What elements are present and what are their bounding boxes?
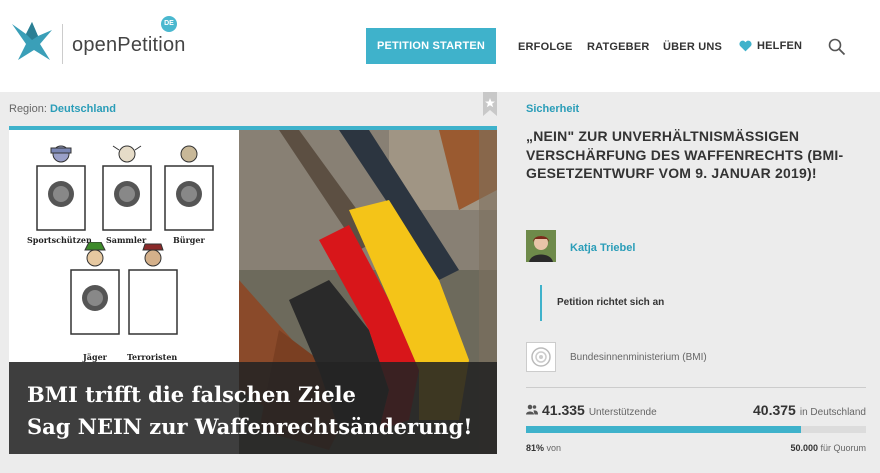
figure-terroristen bbox=[128, 243, 178, 335]
germany-count: 40.375 in Deutschland bbox=[753, 402, 866, 418]
supporters-count: 41.335 Unterstützende bbox=[526, 402, 657, 418]
quorum-progress-fill bbox=[526, 426, 802, 433]
figure-jaeger bbox=[70, 242, 120, 335]
image-caption: BMI trifft die falschen Ziele Sag NEIN z… bbox=[9, 362, 497, 454]
recipient-name: Bundesinnenministerium (BMI) bbox=[570, 352, 707, 363]
nav-erfolge[interactable]: ERFOLGE bbox=[518, 41, 573, 53]
percent-suffix: von bbox=[546, 443, 562, 453]
start-petition-button[interactable]: PETITION STARTEN bbox=[366, 28, 496, 64]
country-badge: DE bbox=[161, 16, 177, 32]
target-box: Petition richtet sich an bbox=[526, 277, 866, 328]
quorum-progress-bar bbox=[526, 426, 866, 433]
recipient-icon bbox=[526, 342, 556, 372]
caption-line-2: Sag NEIN zur Waffenrechtsänderung! bbox=[27, 414, 473, 439]
germany-label: in Deutschland bbox=[799, 407, 866, 418]
nav-ueber-uns[interactable]: ÜBER UNS bbox=[663, 41, 722, 53]
percent-line: 81% von bbox=[526, 443, 561, 453]
target-arrow-icon bbox=[540, 285, 542, 321]
figure-sammler bbox=[102, 145, 152, 231]
bookmark-icon[interactable] bbox=[483, 92, 497, 116]
site-header: openPetition DE PETITION STARTEN ERFOLGE… bbox=[0, 0, 880, 92]
supporters-number: 41.335 bbox=[542, 402, 585, 418]
caption-line-1: BMI trifft die falschen Ziele bbox=[27, 382, 356, 407]
figure-buerger bbox=[164, 145, 214, 231]
region-link[interactable]: Deutschland bbox=[50, 103, 116, 115]
people-icon bbox=[526, 404, 538, 415]
region-line: Region: Deutschland bbox=[9, 103, 116, 115]
logo-bird-icon[interactable] bbox=[10, 18, 54, 64]
category-link[interactable]: Sicherheit bbox=[526, 103, 579, 115]
author-link[interactable]: Katja Triebel bbox=[570, 242, 635, 254]
target-label: Petition richtet sich an bbox=[557, 297, 665, 308]
germany-number: 40.375 bbox=[753, 402, 796, 418]
figure-label-jaeger: Jäger bbox=[83, 352, 107, 362]
petition-image[interactable]: Sportschützen Sammler Bürger Jäger Terro… bbox=[9, 126, 497, 454]
quorum-line: 50.000 für Quorum bbox=[790, 443, 866, 453]
percent-value: 81% bbox=[526, 443, 545, 453]
heart-icon bbox=[739, 40, 752, 52]
figure-label-terroristen: Terroristen bbox=[127, 352, 178, 362]
region-label: Region: bbox=[9, 103, 47, 115]
stats-divider bbox=[526, 387, 866, 388]
avatar[interactable] bbox=[526, 230, 556, 262]
quorum-label: für Quorum bbox=[820, 443, 866, 453]
logo-text[interactable]: openPetition bbox=[72, 34, 186, 57]
nav-helfen[interactable]: HELFEN bbox=[739, 40, 802, 52]
nav-helfen-label: HELFEN bbox=[757, 40, 803, 52]
nav-ratgeber[interactable]: RATGEBER bbox=[587, 41, 650, 53]
search-icon[interactable] bbox=[828, 38, 846, 56]
supporters-label: Unterstützende bbox=[588, 407, 657, 418]
figure-sportschuetzen bbox=[36, 145, 86, 231]
logo-divider bbox=[62, 24, 63, 64]
quorum-value: 50.000 bbox=[790, 443, 818, 453]
petition-title: „NEIN" ZUR UNVERHÄLTNISMÄSSIGEN VERSCHÄR… bbox=[526, 128, 844, 181]
